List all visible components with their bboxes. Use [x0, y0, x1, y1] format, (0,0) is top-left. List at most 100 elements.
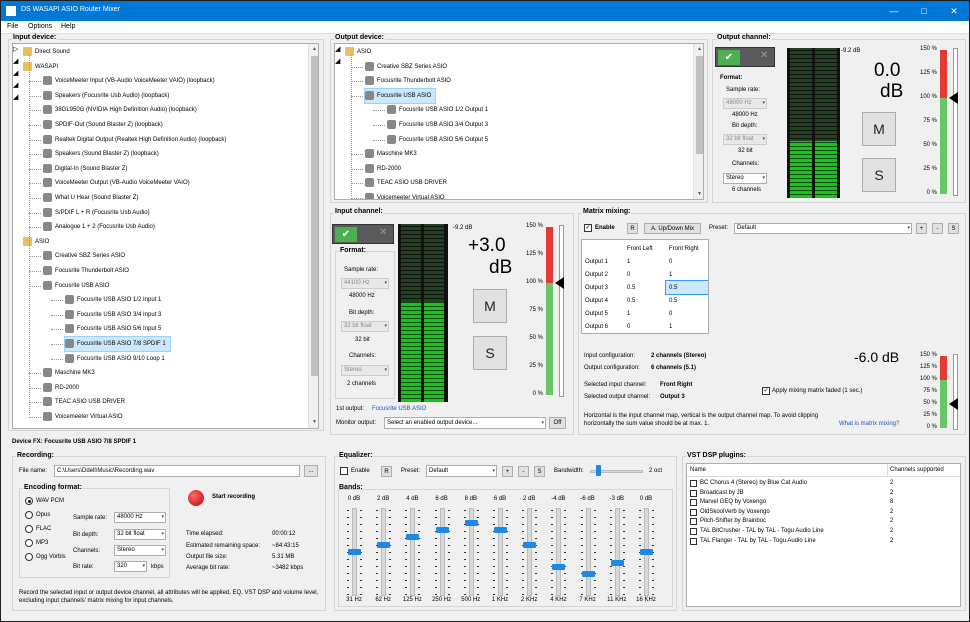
matrix-enable-checkbox[interactable]: ✓: [584, 224, 592, 232]
eq-band-knob[interactable]: [610, 560, 624, 566]
menu-options[interactable]: Options: [28, 23, 52, 30]
in-scale-slider-knob[interactable]: [555, 277, 564, 289]
scroll-up-icon[interactable]: ▲: [310, 45, 318, 53]
output-mute-button[interactable]: M: [862, 112, 896, 146]
vst-plugin-name[interactable]: TAL BitCrusher - TAL by TAL - Togu Audio…: [700, 527, 824, 536]
output-tree-item[interactable]: ASIO: [345, 45, 375, 59]
output-tree-item[interactable]: RD-2000: [365, 162, 405, 176]
mx-scale-slider-knob[interactable]: [949, 398, 958, 410]
maximize-button[interactable]: □: [909, 1, 939, 21]
vst-plugin-name[interactable]: TAL Flanger - TAL by TAL - Togu Audio Li…: [700, 537, 816, 546]
input-tree-scrollbar[interactable]: ▲ ▼: [308, 44, 318, 428]
input-tree-item[interactable]: Focusrite USB ASIO 3/4 Input 3: [65, 308, 165, 322]
input-tree-item[interactable]: Focusrite USB ASIO 9/10 Loop 1: [65, 352, 169, 366]
input-tree-item[interactable]: Focusrite Thunderbolt ASIO: [43, 264, 133, 278]
input-tree-item[interactable]: Focusrite USB ASIO 5/6 Input 5: [65, 322, 165, 336]
input-tree-item[interactable]: Analogue 1 + 2 (Focusrite Usb Audio): [43, 220, 159, 234]
input-tree-item[interactable]: Direct Sound: [23, 45, 74, 59]
input-mute-button[interactable]: M: [473, 289, 507, 323]
format-radio-wav-pcm[interactable]: [25, 497, 33, 505]
menu-file[interactable]: File: [7, 23, 18, 30]
input-channels-select[interactable]: Stereo ▾: [341, 365, 389, 376]
format-radio-ogg-vorbis[interactable]: [25, 553, 33, 561]
input-tree-item[interactable]: Speakers (Focusrite Usb Audio) (loopback…: [43, 89, 173, 103]
vst-plugin-checkbox[interactable]: [690, 537, 697, 545]
matrix-cell[interactable]: 0.5: [624, 294, 666, 307]
output-tree-scrollbar[interactable]: ▲ ▼: [693, 44, 703, 199]
output-tree-item[interactable]: Focusrite USB ASIO: [363, 87, 437, 104]
input-device-tree[interactable]: ▲ ▼ ▷ Direct Sound ◢ WASAPI VoiceMeeter Inpu…: [12, 43, 319, 429]
input-tree-item[interactable]: Speakers (Sound Blaster Z) (loopback): [43, 147, 163, 161]
eq-band-track[interactable]: [439, 508, 445, 596]
matrix-reset-button[interactable]: R: [627, 223, 638, 234]
start-recording-button[interactable]: Start recording: [212, 494, 255, 500]
eq-band-knob[interactable]: [464, 519, 478, 526]
matrix-grid[interactable]: Front Left Front Right Output 1 1 0 Output 20…: [581, 239, 709, 334]
output-solo-button[interactable]: S: [862, 158, 896, 192]
minimize-button[interactable]: —: [879, 1, 909, 21]
output-device-tree[interactable]: ▲ ▼ ◢ ASIO Creative SBZ Series ASIO Focusri…: [334, 43, 704, 200]
matrix-help-link[interactable]: What is matrix mixing?: [839, 421, 899, 427]
eq-preset-select[interactable]: Default ▾: [426, 465, 497, 477]
format-radio-mp3[interactable]: [25, 539, 33, 547]
eq-band-knob[interactable]: [348, 549, 361, 555]
matrix-updown-mix-button[interactable]: A. Up/Down Mix: [644, 223, 701, 234]
matrix-cell[interactable]: 0: [624, 320, 666, 333]
eq-preset-add-button[interactable]: +: [502, 466, 513, 477]
eq-band-track[interactable]: [410, 508, 416, 596]
matrix-preset-remove-button[interactable]: -: [932, 223, 943, 234]
vst-col-name[interactable]: Name: [690, 466, 706, 475]
eq-band-knob[interactable]: [552, 563, 566, 570]
vst-plugin-checkbox[interactable]: [690, 489, 697, 497]
scroll-thumb[interactable]: [696, 56, 703, 154]
vst-plugin-name[interactable]: Pitch-Shifter by Brainboc: [700, 517, 766, 526]
eq-band-track[interactable]: [556, 508, 562, 596]
output-tree-item[interactable]: Maschine MK3: [365, 147, 421, 161]
scroll-down-icon[interactable]: ▼: [695, 190, 703, 198]
input-tree-item[interactable]: Creative SBZ Series ASIO: [43, 249, 129, 263]
scroll-down-icon[interactable]: ▼: [310, 418, 318, 426]
vst-plugin-list[interactable]: Name Channels supported BC Chorus 4 (Ste…: [686, 463, 961, 607]
vst-col-channels[interactable]: Channels supported: [890, 466, 944, 475]
matrix-cell[interactable]: 1: [624, 307, 666, 320]
input-tree-item[interactable]: Maschine MK3: [43, 366, 99, 380]
menu-help[interactable]: Help: [61, 23, 75, 30]
input-tree-item[interactable]: Focusrite USB ASIO 1/2 Input 1: [65, 293, 165, 307]
input-tree-item[interactable]: Focusrite USB ASIO: [43, 279, 113, 293]
input-tree-item[interactable]: Realtek Digital Output (Realtek High Def…: [43, 133, 230, 147]
file-name-input[interactable]: C:\Users\Ddell\Music\Recording.wav: [54, 465, 300, 477]
eq-band-track[interactable]: [381, 508, 387, 596]
input-tree-item[interactable]: VoiceMeeter Input (VB-Audio VoiceMeeter …: [43, 74, 219, 88]
output-tree-item[interactable]: Focusrite USB ASIO 3/4 Output 3: [387, 118, 492, 132]
input-tree-item[interactable]: TEAC ASIO USB DRIVER: [43, 395, 129, 409]
vst-plugin-checkbox[interactable]: [690, 480, 697, 487]
eq-reset-button[interactable]: R: [381, 466, 392, 477]
matrix-preset-add-button[interactable]: +: [916, 223, 927, 234]
apply-faded-checkbox[interactable]: ✓: [762, 387, 770, 395]
matrix-cell[interactable]: 1: [666, 320, 708, 333]
vst-plugin-name[interactable]: Broadcast by JB: [700, 489, 744, 498]
format-radio-flac[interactable]: [25, 525, 33, 533]
matrix-cell[interactable]: 1: [666, 268, 708, 281]
output-sample-rate-select[interactable]: 48000 Hz ▾: [723, 98, 767, 109]
matrix-cell[interactable]: 0.5: [665, 280, 708, 295]
input-tree-item[interactable]: What U Hear (Sound Blaster Z): [43, 191, 142, 205]
in-scale-slider-track[interactable]: [559, 225, 564, 397]
matrix-cell[interactable]: 0: [666, 255, 708, 268]
input-tree-item[interactable]: ASIO: [23, 235, 53, 249]
close-button[interactable]: ✕: [939, 1, 969, 21]
title-bar[interactable]: DS WASAPI ASIO Router Mixer — □ ✕: [1, 1, 969, 21]
matrix-cell[interactable]: 1: [624, 255, 666, 268]
monitor-off-button[interactable]: Off: [549, 417, 566, 429]
browse-button[interactable]: ...: [304, 465, 318, 477]
matrix-preset-save-button[interactable]: S: [948, 223, 959, 234]
input-tree-item[interactable]: RD-2000: [43, 381, 83, 395]
eq-preset-remove-button[interactable]: -: [518, 466, 529, 477]
input-sample-rate-select[interactable]: 44100 Hz ▾: [341, 278, 389, 289]
eq-band-knob[interactable]: [640, 549, 653, 555]
input-tree-item[interactable]: S/PDIF L + R (Focusrite Usb Audio): [43, 206, 154, 220]
vst-plugin-name[interactable]: OldSkoolVerb by Voxengo: [700, 508, 770, 517]
eq-preset-save-button[interactable]: S: [534, 466, 545, 477]
rec-sample-rate-select[interactable]: 48000 Hz ▾: [114, 512, 166, 523]
format-radio-opus[interactable]: [25, 511, 33, 519]
